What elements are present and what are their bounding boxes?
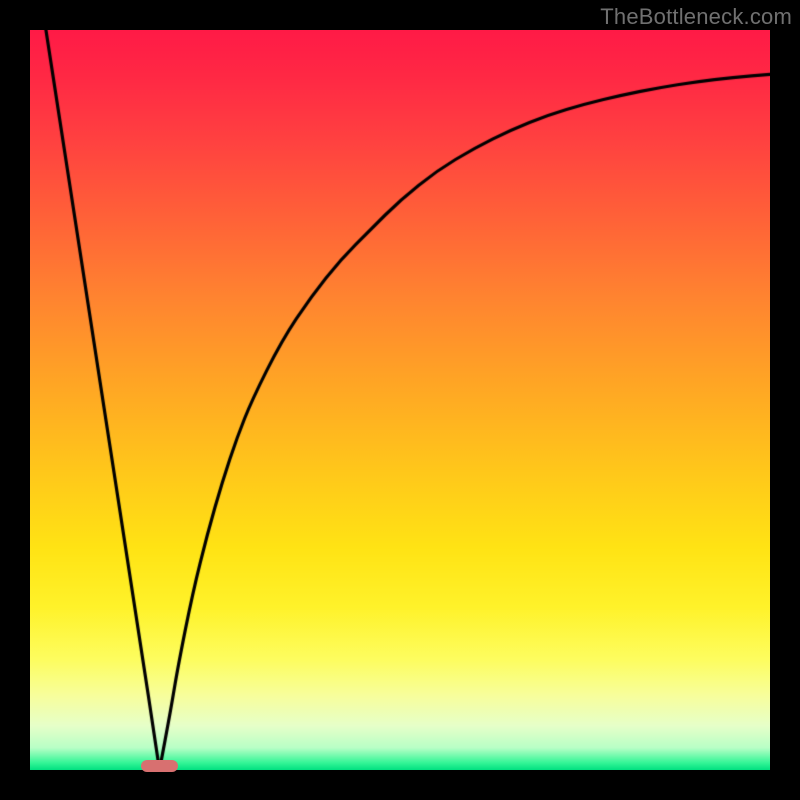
chart-frame: TheBottleneck.com — [0, 0, 800, 800]
bottleneck-curve — [30, 30, 770, 770]
watermark-text: TheBottleneck.com — [600, 4, 792, 30]
bottleneck-marker — [141, 760, 178, 772]
